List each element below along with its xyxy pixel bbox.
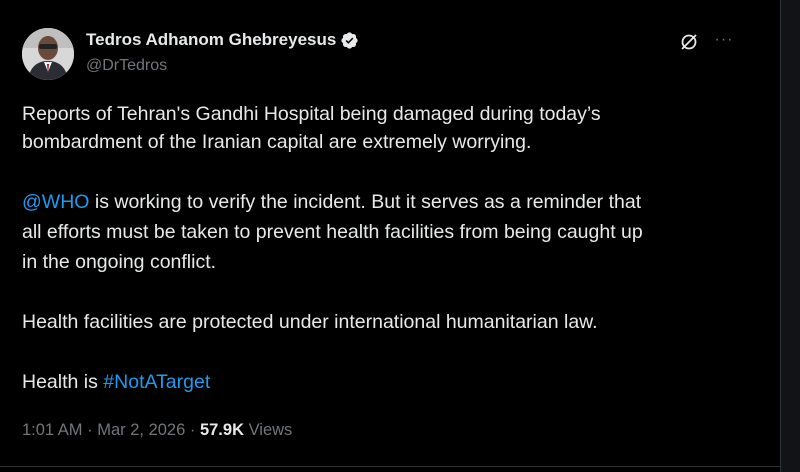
verified-badge-icon[interactable] <box>340 31 359 50</box>
meta-separator: · <box>185 421 200 439</box>
post-meta: 1:01 AM · Mar 2, 2026 · 57.9K Views <box>22 421 292 440</box>
post-text-p2-line1-rest: is working to verify the incident. But i… <box>89 191 642 213</box>
profile-photo <box>22 28 74 80</box>
post-text-p4-prefix: Health is <box>22 371 104 393</box>
views-count: 57.9K <box>199 421 244 439</box>
meta-separator: · <box>82 421 98 439</box>
post-text-p1-line1: Reports of Tehran's Gandhi Hospital bein… <box>22 103 601 125</box>
author-row[interactable]: Tedros Adhanom Ghebreyesus <box>86 30 359 50</box>
post-text-p2-line1: @WHO is working to verify the incident. … <box>22 188 762 216</box>
mention-link[interactable]: @WHO <box>22 191 89 213</box>
author-handle[interactable]: @DrTedros <box>86 57 167 75</box>
post-card: Tedros Adhanom Ghebreyesus @DrTedros ···… <box>0 0 781 472</box>
post-text-p2-line3: in the ongoing conflict. <box>22 251 217 273</box>
grok-icon[interactable] <box>679 32 699 52</box>
post-text-p1-line2: bombardment of the Iranian capital are e… <box>22 131 532 153</box>
post-time[interactable]: 1:01 AM <box>22 421 83 439</box>
hashtag-link[interactable]: #NotATarget <box>103 371 210 393</box>
post-date[interactable]: Mar 2, 2026 <box>97 421 185 439</box>
divider <box>0 466 780 467</box>
avatar[interactable] <box>22 28 74 80</box>
views-label: Views <box>243 421 293 439</box>
post-text-p2-line2: all efforts must be taken to prevent hea… <box>22 221 643 243</box>
scroll-gutter <box>781 0 800 472</box>
more-icon[interactable]: ··· <box>708 32 740 52</box>
author-name[interactable]: Tedros Adhanom Ghebreyesus <box>86 30 336 50</box>
post-text-p4: Health is #NotATarget <box>22 368 762 396</box>
post-text-p3: Health facilities are protected under in… <box>22 311 598 333</box>
